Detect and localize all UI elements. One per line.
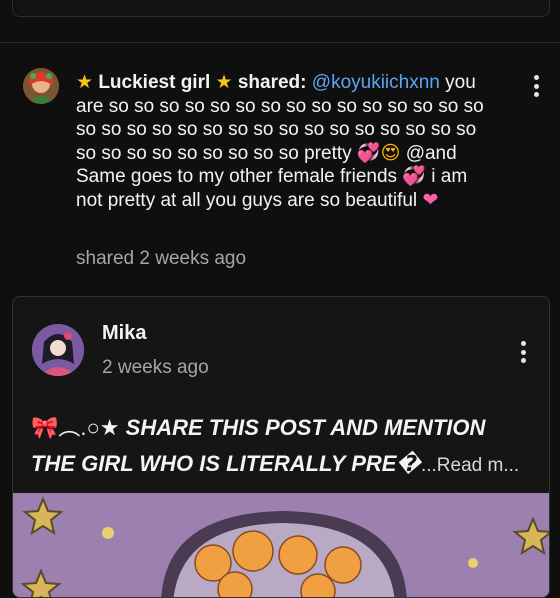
post-body-deco: ︵.○★ bbox=[58, 415, 120, 440]
heart-eyes-icon: 😍 bbox=[380, 142, 401, 164]
mention-link[interactable]: @koyukiichxnn bbox=[312, 72, 440, 93]
heart-icon: 💞 bbox=[356, 142, 381, 164]
share-text: ★ Luckiest girl ★ shared: @koyukiichxnn … bbox=[76, 71, 486, 212]
post-author-avatar[interactable] bbox=[32, 324, 84, 376]
more-vertical-icon bbox=[533, 75, 539, 80]
star-icon: ★ bbox=[76, 72, 94, 93]
sharer-name[interactable]: Luckiest girl bbox=[98, 72, 210, 93]
share-timestamp: shared 2 weeks ago bbox=[76, 248, 247, 269]
read-more-link[interactable]: ...Read m... bbox=[421, 455, 519, 476]
feed-divider bbox=[0, 42, 560, 43]
more-vertical-icon bbox=[520, 341, 526, 346]
star-icon: ★ bbox=[215, 72, 233, 93]
ribbon-icon: 🎀 bbox=[31, 415, 59, 440]
heart-icon: 💞 bbox=[402, 166, 426, 187]
heart-icon: ❤ bbox=[422, 189, 439, 211]
post-body-text[interactable]: 🎀︵.○★ SHARE THIS POST AND MENTION THE GI… bbox=[31, 410, 531, 484]
share-verb: shared: bbox=[237, 72, 307, 93]
post-body-line1: SHARE THIS POST AND MENTION bbox=[125, 415, 486, 440]
post-author-name[interactable]: Mika bbox=[102, 322, 146, 345]
post-timestamp: 2 weeks ago bbox=[102, 357, 209, 378]
shared-post-card[interactable]: Mika 2 weeks ago 🎀︵.○★ SHARE THIS POST A… bbox=[12, 296, 550, 598]
sharer-avatar[interactable] bbox=[23, 68, 59, 104]
share-more-button[interactable] bbox=[528, 71, 544, 101]
previous-post-card bbox=[12, 0, 550, 17]
post-more-button[interactable] bbox=[515, 337, 531, 367]
post-body-line2: THE GIRL WHO IS LITERALLY PRE� bbox=[31, 451, 421, 476]
post-image[interactable] bbox=[13, 493, 549, 598]
